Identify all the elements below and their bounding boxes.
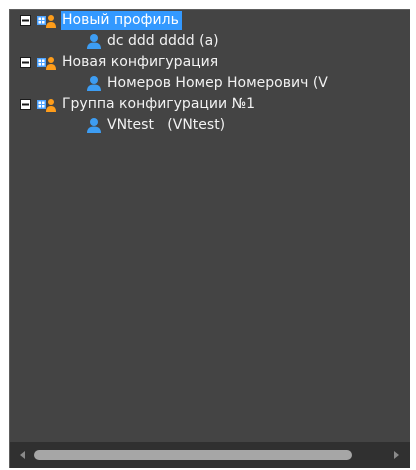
user-group-icon	[37, 13, 57, 29]
tree-user-node[interactable]: dc ddd dddd (a)	[86, 31, 222, 52]
tree-node-label[interactable]: VNtest (VNtest)	[106, 116, 228, 135]
user-group-icon	[37, 55, 57, 71]
profile-tree[interactable]: Новый профиль dc ddd dddd (a) Новая конф…	[10, 10, 410, 442]
tree-node-label[interactable]: Новая конфигурация	[61, 53, 221, 72]
tree-user-node[interactable]: Номеров Номер Номерович (V	[86, 73, 331, 94]
user-icon	[86, 33, 102, 50]
profile-tree-panel: Новый профиль dc ddd dddd (a) Новая конф…	[9, 9, 410, 468]
horizontal-scrollbar[interactable]	[10, 442, 410, 468]
scroll-right-icon[interactable]	[391, 450, 401, 460]
tree-node-label[interactable]: dc ddd dddd (a)	[106, 32, 222, 51]
tree-group-node[interactable]: Новая конфигурация	[20, 52, 221, 73]
collapse-icon[interactable]	[20, 15, 31, 26]
user-icon	[86, 75, 102, 92]
scrollbar-thumb[interactable]	[34, 450, 352, 460]
user-group-icon	[37, 97, 57, 113]
tree-user-node[interactable]: VNtest (VNtest)	[86, 115, 228, 136]
scroll-left-icon[interactable]	[18, 450, 28, 460]
collapse-icon[interactable]	[20, 99, 31, 110]
collapse-icon[interactable]	[20, 57, 31, 68]
tree-node-label[interactable]: Номеров Номер Номерович (V	[106, 74, 331, 93]
tree-group-node[interactable]: Группа конфигурации №1	[20, 94, 258, 115]
user-icon	[86, 117, 102, 134]
tree-node-label[interactable]: Новый профиль	[61, 11, 182, 30]
tree-group-node[interactable]: Новый профиль	[20, 10, 182, 31]
tree-node-label[interactable]: Группа конфигурации №1	[61, 95, 258, 114]
